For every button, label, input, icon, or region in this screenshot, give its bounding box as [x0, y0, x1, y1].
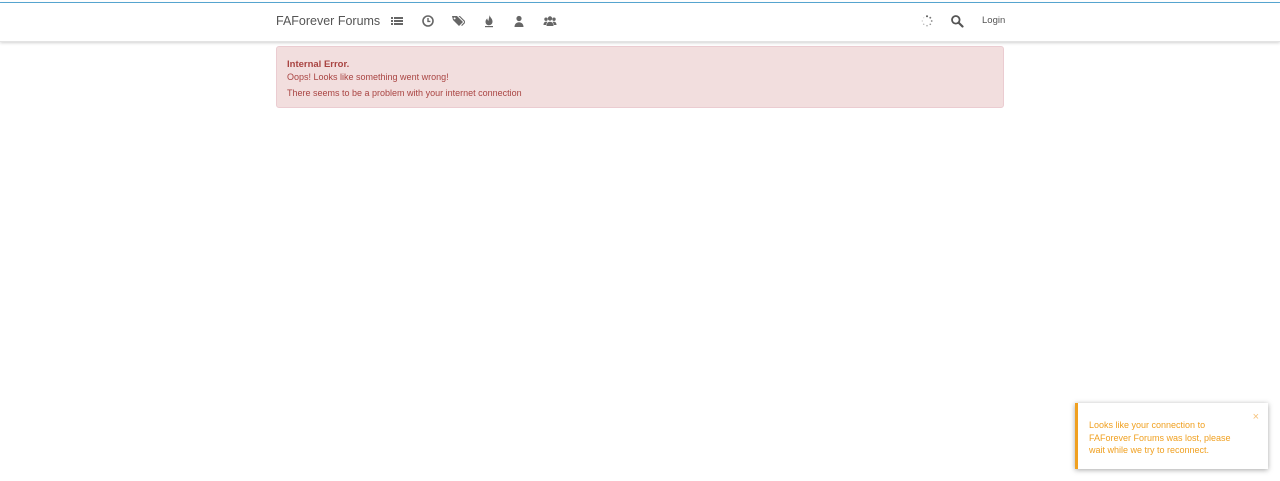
connection-lost-toast: Looks like your connection to FAForever …: [1075, 403, 1268, 469]
close-icon[interactable]: ×: [1253, 412, 1259, 423]
users-icon[interactable]: [512, 14, 526, 28]
tags-icon[interactable]: [451, 14, 465, 28]
categories-icon[interactable]: [390, 14, 404, 28]
recent-icon[interactable]: [421, 14, 435, 28]
login-link[interactable]: Login: [982, 15, 1005, 26]
popular-icon[interactable]: [482, 14, 496, 28]
toast-message: Looks like your connection to FAForever …: [1089, 420, 1231, 455]
alert-detail: There seems to be a problem with your in…: [287, 88, 522, 98]
loading-spinner-icon: [921, 15, 933, 27]
alert-message: Oops! Looks like something went wrong!: [287, 72, 449, 82]
search-icon[interactable]: [950, 14, 964, 28]
alert-title: Internal Error.: [287, 59, 350, 70]
brand-link[interactable]: FAForever Forums: [276, 14, 380, 28]
groups-icon[interactable]: [543, 14, 557, 28]
navbar: FAForever Forums Login: [0, 3, 1280, 42]
error-alert: Internal Error. Oops! Looks like somethi…: [276, 46, 1004, 108]
